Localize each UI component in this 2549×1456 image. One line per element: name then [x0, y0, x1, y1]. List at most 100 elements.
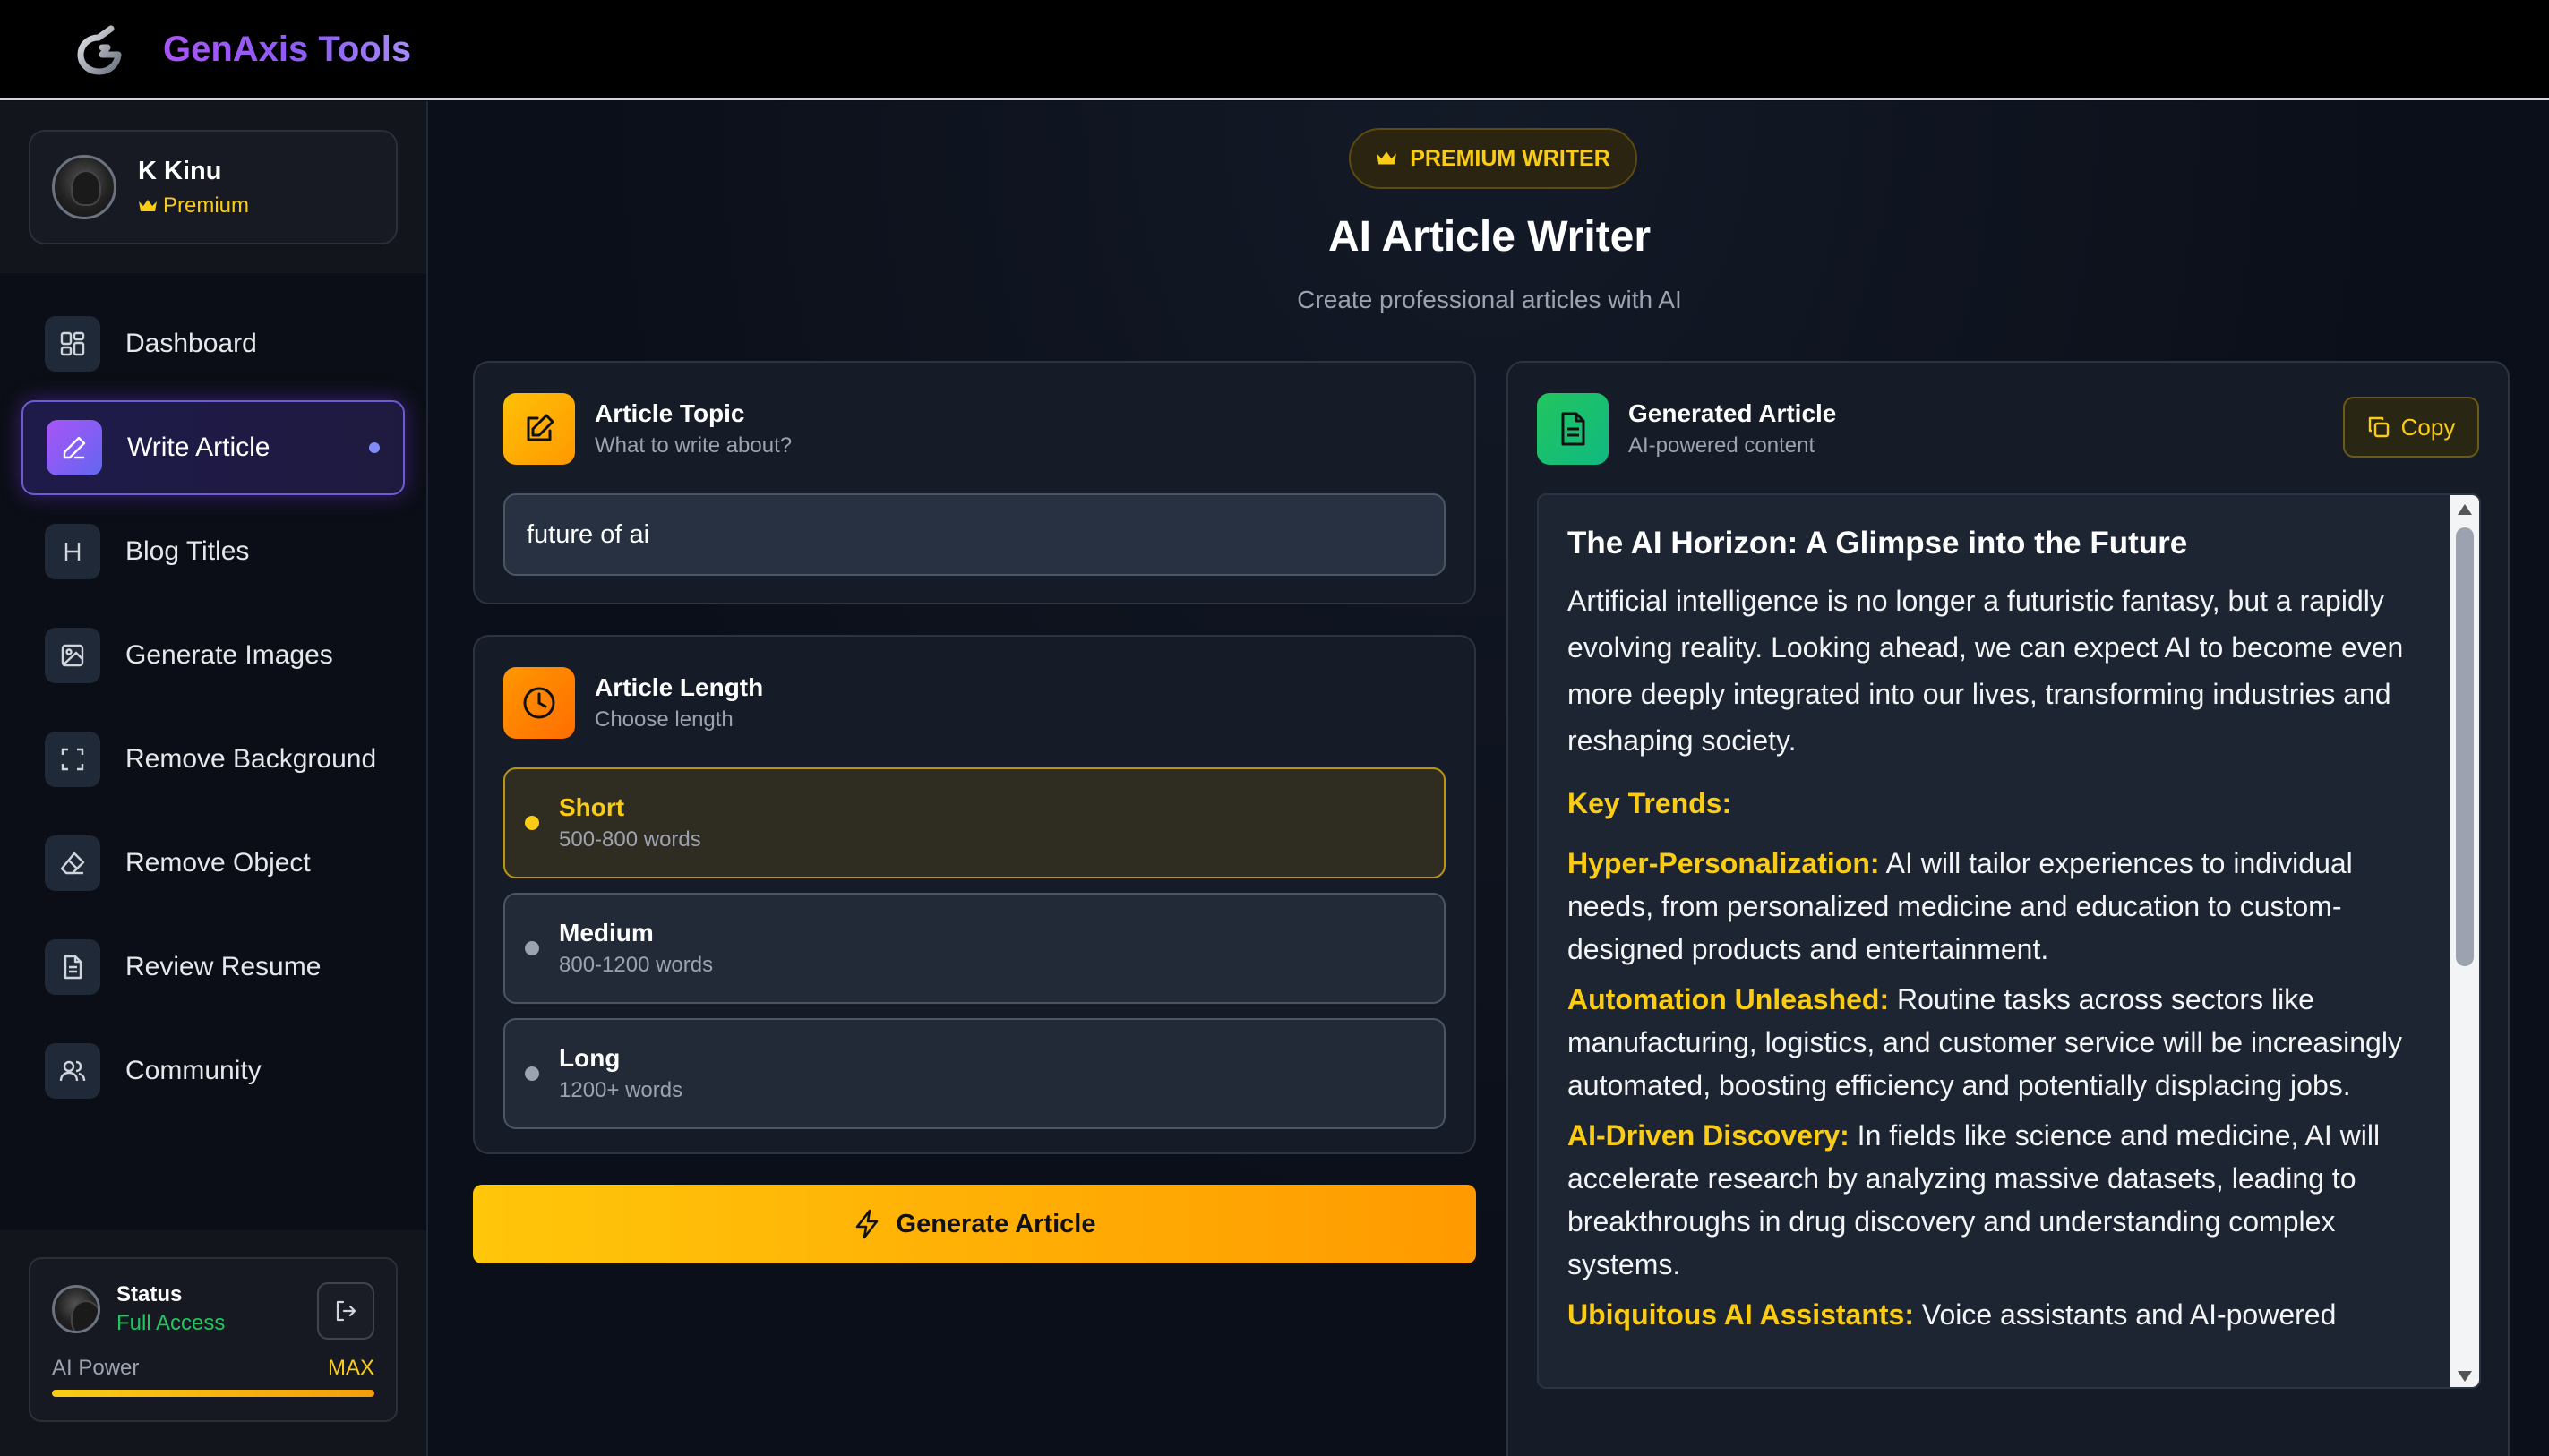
article-list-item: AI-Driven Discovery: In fields like scie…	[1567, 1114, 2427, 1286]
scroll-up-arrow-icon[interactable]	[2458, 504, 2472, 515]
status-section: Status Full Access AI Power MAX	[0, 1230, 426, 1456]
sidebar-item-label: Remove Object	[125, 848, 311, 878]
sidebar-item-label: Blog Titles	[125, 536, 250, 566]
sidebar-item-remove-background[interactable]: Remove Background	[21, 712, 405, 807]
generated-article-panel: Generated Article AI-powered content Cop…	[1506, 361, 2510, 1456]
sidebar-item-label: Dashboard	[125, 329, 257, 358]
status-card: Status Full Access AI Power MAX	[29, 1257, 398, 1422]
sidebar-item-write-article[interactable]: Write Article	[21, 400, 405, 495]
option-name: Short	[559, 793, 625, 821]
sidebar-item-remove-object[interactable]: Remove Object	[21, 816, 405, 911]
item-text: Voice assistants and AI-powered	[1913, 1298, 2337, 1331]
crown-icon	[139, 199, 157, 211]
article-list-item: Hyper-Personalization: AI will tailor ex…	[1567, 842, 2427, 971]
sidebar-item-review-resume[interactable]: Review Resume	[21, 920, 405, 1015]
radio-dot	[525, 816, 539, 830]
option-name: Long	[559, 1044, 621, 1072]
topic-subtitle: What to write about?	[595, 433, 793, 458]
users-icon	[45, 1043, 100, 1099]
radio-dot	[525, 941, 539, 955]
radio-dot	[525, 1066, 539, 1081]
page-subtitle: Create professional articles with AI	[1297, 286, 1682, 313]
premium-writer-badge: PREMIUM WRITER	[1349, 128, 1637, 189]
avatar	[52, 155, 116, 219]
scroll-thumb[interactable]	[2456, 527, 2474, 966]
power-value: MAX	[327, 1356, 374, 1380]
copy-icon	[2368, 416, 2389, 438]
length-option-short[interactable]: Short 500-800 words	[503, 767, 1446, 878]
profile-section: K Kinu Premium	[0, 101, 426, 273]
avatar	[52, 1285, 100, 1333]
sidebar-item-label: Remove Background	[125, 744, 377, 774]
article-content[interactable]: The AI Horizon: A Glimpse into the Futur…	[1537, 493, 2481, 1389]
pen-icon	[47, 420, 102, 475]
sidebar-item-label: Review Resume	[125, 952, 322, 981]
power-label: AI Power	[52, 1356, 140, 1380]
edit-icon	[503, 393, 575, 465]
power-bar-fill	[52, 1390, 374, 1397]
sidebar-nav: Dashboard Write Article Blog Titles Gene…	[0, 273, 426, 1118]
lightning-icon	[855, 1209, 878, 1239]
article-list-item: Automation Unleashed: Routine tasks acro…	[1567, 978, 2427, 1107]
logout-icon	[336, 1300, 356, 1322]
profile-plan: Premium	[138, 193, 249, 218]
crown-icon	[1377, 151, 1397, 165]
profile-card[interactable]: K Kinu Premium	[29, 130, 398, 244]
clock-icon	[503, 667, 575, 739]
length-title: Article Length	[595, 673, 764, 701]
eraser-icon	[45, 835, 100, 891]
output-subtitle: AI-powered content	[1628, 433, 1815, 458]
article-heading: The AI Horizon: A Glimpse into the Futur…	[1567, 526, 2188, 561]
sidebar-item-community[interactable]: Community	[21, 1023, 405, 1118]
power-bar	[52, 1390, 374, 1397]
top-bar: GenAxis Tools	[0, 0, 2549, 100]
item-term: Ubiquitous AI Assistants:	[1567, 1298, 1914, 1331]
article-scrollbar[interactable]	[2450, 495, 2479, 1387]
sidebar-item-label: Write Article	[127, 433, 270, 462]
heading-icon	[45, 524, 100, 579]
article-length-panel: Article Length Choose length Short 500-8…	[473, 635, 1476, 1154]
copy-button[interactable]: Copy	[2343, 397, 2479, 458]
length-option-long[interactable]: Long 1200+ words	[503, 1018, 1446, 1129]
article-intro: Artificial intelligence is no longer a f…	[1567, 585, 2404, 757]
profile-name: K Kinu	[138, 156, 222, 185]
status-title: Status	[116, 1282, 183, 1306]
scan-icon	[45, 732, 100, 787]
scroll-down-arrow-icon[interactable]	[2458, 1371, 2472, 1382]
sidebar-item-label: Generate Images	[125, 640, 333, 670]
generate-article-button[interactable]: Generate Article	[473, 1185, 1476, 1263]
option-desc: 800-1200 words	[559, 953, 714, 977]
item-term: Hyper-Personalization:	[1567, 847, 1880, 879]
sidebar-item-blog-titles[interactable]: Blog Titles	[21, 504, 405, 599]
document-icon	[45, 939, 100, 995]
active-indicator-dot	[369, 442, 380, 453]
badge-label: PREMIUM WRITER	[1410, 145, 1610, 171]
document-icon	[1537, 393, 1609, 465]
sidebar-item-dashboard[interactable]: Dashboard	[21, 296, 405, 391]
topic-title: Article Topic	[595, 399, 745, 427]
status-access: Full Access	[116, 1311, 226, 1335]
generate-label: Generate Article	[896, 1209, 1096, 1238]
option-desc: 1200+ words	[559, 1078, 683, 1102]
brand-name[interactable]: GenAxis Tools	[163, 30, 411, 70]
main-content: PREMIUM WRITER AI Article Writer Create …	[430, 101, 2549, 1456]
image-icon	[45, 628, 100, 683]
dashboard-icon	[45, 316, 100, 372]
article-topic-input[interactable]: future of ai	[503, 493, 1446, 576]
sidebar-item-label: Community	[125, 1056, 262, 1085]
article-list-item: Ubiquitous AI Assistants: Voice assistan…	[1567, 1293, 2427, 1336]
article-section-heading: Key Trends:	[1567, 787, 1732, 819]
sidebar: K Kinu Premium Dashboard Write Article B…	[0, 101, 428, 1456]
logo-icon[interactable]	[72, 21, 127, 77]
profile-plan-label: Premium	[163, 193, 250, 218]
article-topic-panel: Article Topic What to write about? futur…	[473, 361, 1476, 604]
sidebar-item-generate-images[interactable]: Generate Images	[21, 608, 405, 703]
page-title: AI Article Writer	[1327, 213, 1652, 261]
item-term: Automation Unleashed:	[1567, 983, 1890, 1015]
length-option-medium[interactable]: Medium 800-1200 words	[503, 893, 1446, 1004]
logout-button[interactable]	[317, 1282, 374, 1340]
output-title: Generated Article	[1628, 399, 1837, 427]
length-subtitle: Choose length	[595, 707, 734, 732]
option-name: Medium	[559, 919, 654, 946]
option-desc: 500-800 words	[559, 827, 701, 852]
